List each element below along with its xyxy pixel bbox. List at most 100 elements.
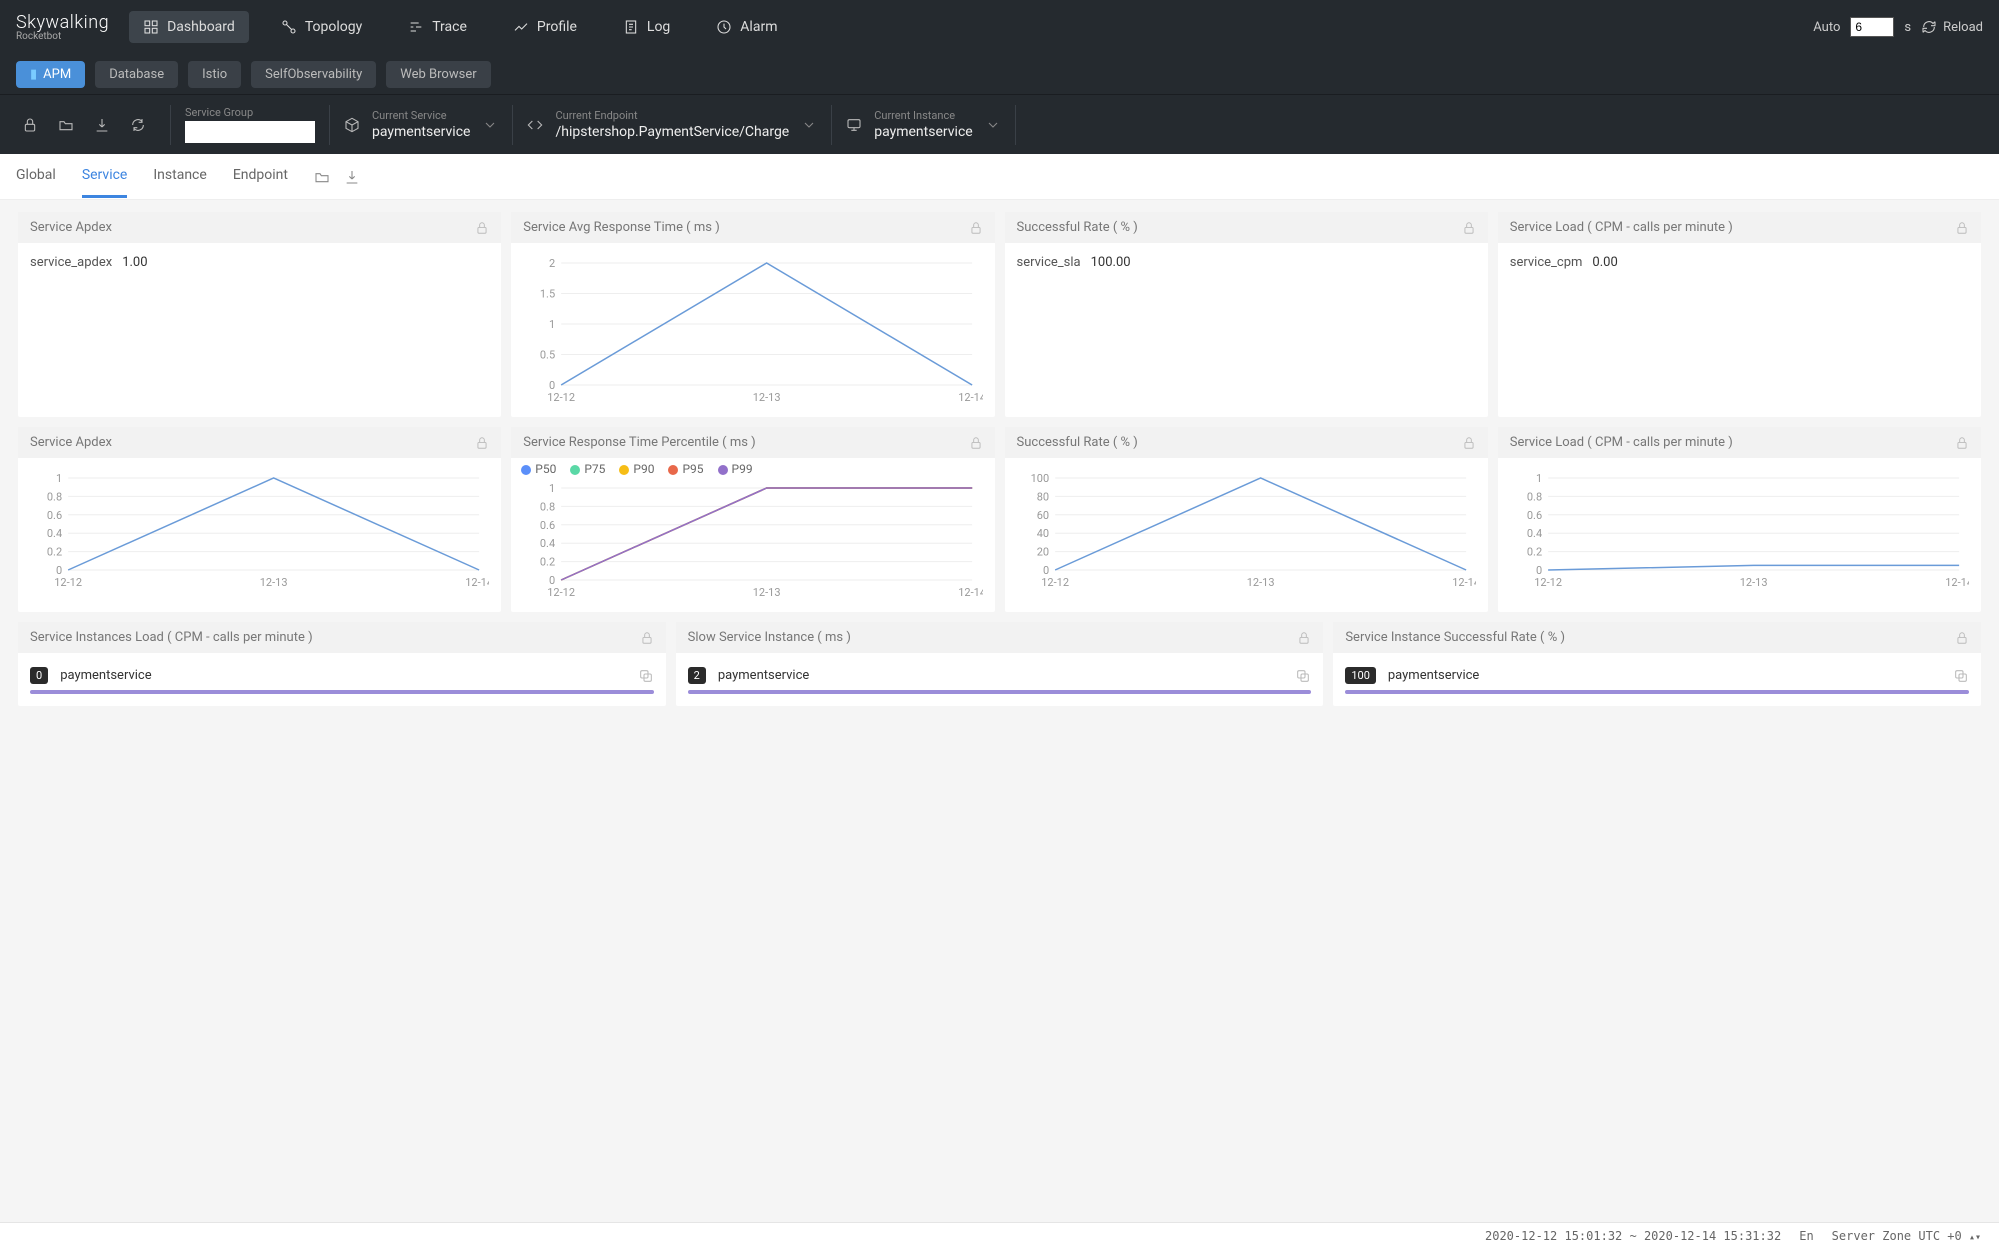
lock-icon[interactable] xyxy=(475,436,489,450)
chart-apdex: 00.20.40.60.8112-1212-1312-14 xyxy=(30,470,489,590)
lang-toggle[interactable]: En xyxy=(1799,1229,1813,1243)
panel-instances-load: Service Instances Load ( CPM - calls per… xyxy=(18,622,666,706)
panel-title: Service Response Time Percentile ( ms ) xyxy=(523,435,755,450)
nav-log[interactable]: Log xyxy=(609,11,684,43)
list-item[interactable]: 2 paymentservice xyxy=(688,665,1312,686)
chevron-down-icon xyxy=(482,117,498,133)
list-item[interactable]: 0 paymentservice xyxy=(30,665,654,686)
lock-icon[interactable] xyxy=(1955,631,1969,645)
svg-text:100: 100 xyxy=(1030,472,1049,485)
subnav-apm[interactable]: ▮APM xyxy=(16,61,85,88)
topbar: Skywalking Rocketbot Dashboard Topology … xyxy=(0,0,1999,54)
nav-topology[interactable]: Topology xyxy=(267,11,376,43)
logo-sub: Rocketbot xyxy=(16,31,109,42)
cpm-key: service_cpm xyxy=(1510,255,1583,270)
lock-icon[interactable] xyxy=(1297,631,1311,645)
folder-icon[interactable] xyxy=(314,169,330,185)
svg-text:12-14: 12-14 xyxy=(958,391,982,404)
nav-profile-label: Profile xyxy=(537,19,577,35)
profile-icon xyxy=(513,19,529,35)
row-bar xyxy=(30,690,654,694)
svg-text:0.4: 0.4 xyxy=(540,537,555,550)
panel-service-load-kv: Service Load ( CPM - calls per minute ) … xyxy=(1498,212,1981,417)
panel-title: Successful Rate ( % ) xyxy=(1017,220,1138,235)
svg-text:12-12: 12-12 xyxy=(547,391,575,404)
apdex-val: 1.00 xyxy=(122,255,147,270)
main-nav: Dashboard Topology Trace Profile Log Ala… xyxy=(129,11,791,43)
folder-icon[interactable] xyxy=(58,117,74,133)
tab-service[interactable]: Service xyxy=(82,155,128,198)
lock-icon[interactable] xyxy=(969,436,983,450)
subnav: ▮APM Database Istio SelfObservability We… xyxy=(0,54,1999,94)
lock-icon[interactable] xyxy=(1955,221,1969,235)
server-zone[interactable]: Server Zone UTC +0 ▴▾ xyxy=(1832,1229,1981,1243)
topbar-right: Auto s Reload xyxy=(1813,17,1983,37)
panel-successful-rate-chart: Successful Rate ( % ) 02040608010012-121… xyxy=(1005,427,1488,612)
code-icon xyxy=(527,117,543,133)
svg-text:12-12: 12-12 xyxy=(547,586,575,599)
current-service-label: Current Service xyxy=(372,109,470,122)
lock-icon[interactable] xyxy=(1462,221,1476,235)
subnav-selfobs[interactable]: SelfObservability xyxy=(251,61,376,88)
panel-service-apdex-kv: Service Apdex service_apdex1.00 xyxy=(18,212,501,417)
ctx-current-endpoint[interactable]: Current Endpoint /hipstershop.PaymentSer… xyxy=(527,109,817,140)
tab-global[interactable]: Global xyxy=(16,155,56,198)
reload-button[interactable]: Reload xyxy=(1921,19,1983,35)
badge-value: 100 xyxy=(1345,667,1376,684)
svg-text:1: 1 xyxy=(549,318,555,331)
auto-interval-input[interactable] xyxy=(1850,17,1894,37)
download-icon[interactable] xyxy=(344,169,360,185)
subnav-webbrowser[interactable]: Web Browser xyxy=(386,61,490,88)
package-icon xyxy=(344,117,360,133)
nav-trace[interactable]: Trace xyxy=(394,11,481,43)
nav-alarm[interactable]: Alarm xyxy=(702,11,791,43)
svg-text:1: 1 xyxy=(1536,472,1542,485)
lock-icon[interactable] xyxy=(640,631,654,645)
svg-text:12-12: 12-12 xyxy=(54,576,82,589)
chevron-down-icon xyxy=(985,117,1001,133)
panel-service-load-chart: Service Load ( CPM - calls per minute ) … xyxy=(1498,427,1981,612)
panel-instance-sr: Service Instance Successful Rate ( % ) 1… xyxy=(1333,622,1981,706)
nav-log-label: Log xyxy=(647,19,670,35)
nav-alarm-label: Alarm xyxy=(740,19,777,35)
svg-text:12-14: 12-14 xyxy=(958,586,982,599)
reload-label: Reload xyxy=(1943,20,1983,35)
svg-text:0.8: 0.8 xyxy=(47,490,62,503)
service-group-label: Service Group xyxy=(185,106,315,119)
copy-icon[interactable] xyxy=(1295,668,1311,684)
lock-icon[interactable] xyxy=(969,221,983,235)
clock-icon xyxy=(716,19,732,35)
svg-text:12-14: 12-14 xyxy=(1945,576,1969,589)
service-group-input[interactable] xyxy=(185,121,315,143)
copy-icon[interactable] xyxy=(1953,668,1969,684)
time-range[interactable]: 2020-12-12 15:01:32 ~ 2020-12-14 15:31:3… xyxy=(1485,1229,1781,1243)
sla-key: service_sla xyxy=(1017,255,1081,270)
lock-icon[interactable] xyxy=(22,117,38,133)
nav-profile[interactable]: Profile xyxy=(499,11,591,43)
tab-instance[interactable]: Instance xyxy=(153,155,206,198)
panel-service-apdex-chart: Service Apdex 00.20.40.60.8112-1212-1312… xyxy=(18,427,501,612)
nav-dashboard[interactable]: Dashboard xyxy=(129,11,249,43)
refresh-icon[interactable] xyxy=(130,117,146,133)
lock-icon[interactable] xyxy=(1462,436,1476,450)
svg-text:0.8: 0.8 xyxy=(540,500,555,513)
ctx-current-instance[interactable]: Current Instance paymentservice xyxy=(846,109,1000,140)
ctx-current-service[interactable]: Current Service paymentservice xyxy=(344,109,498,140)
subnav-istio[interactable]: Istio xyxy=(188,61,241,88)
panel-title: Service Load ( CPM - calls per minute ) xyxy=(1510,220,1733,235)
nav-dashboard-label: Dashboard xyxy=(167,19,235,35)
lock-icon[interactable] xyxy=(1955,436,1969,450)
percentile-legend: P50P75P90P95P99 xyxy=(511,458,994,480)
svg-text:0.6: 0.6 xyxy=(1527,509,1542,522)
panel-title: Service Load ( CPM - calls per minute ) xyxy=(1510,435,1733,450)
copy-icon[interactable] xyxy=(638,668,654,684)
list-item[interactable]: 100 paymentservice xyxy=(1345,665,1969,686)
lock-icon[interactable] xyxy=(475,221,489,235)
svg-text:1.5: 1.5 xyxy=(540,288,555,301)
download-icon[interactable] xyxy=(94,117,110,133)
instance-name: paymentservice xyxy=(718,668,809,683)
subnav-database[interactable]: Database xyxy=(95,61,178,88)
tab-endpoint[interactable]: Endpoint xyxy=(233,155,288,198)
svg-text:12-14: 12-14 xyxy=(1452,576,1476,589)
panel-title: Service Instance Successful Rate ( % ) xyxy=(1345,630,1565,645)
